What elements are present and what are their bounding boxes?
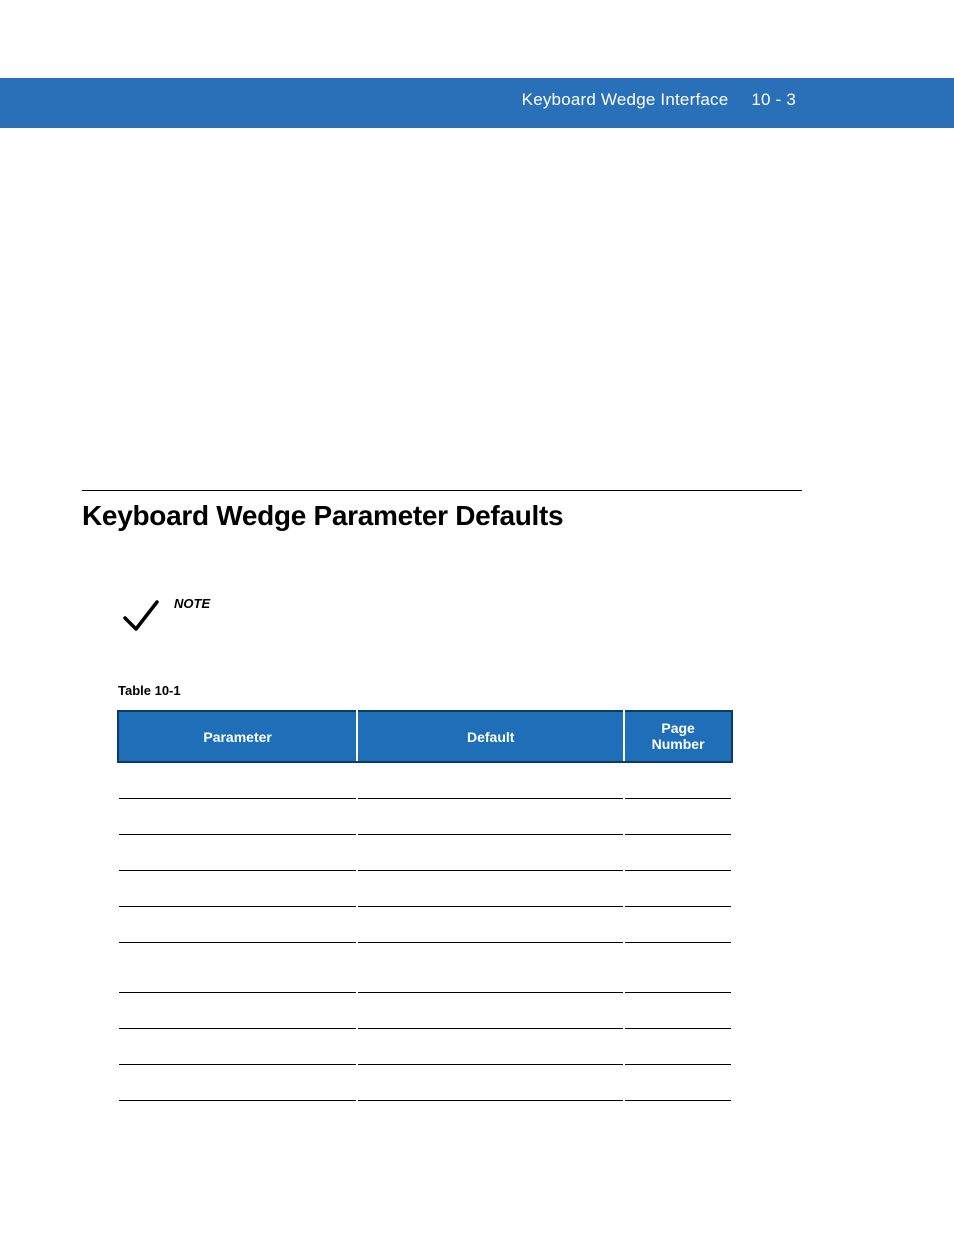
table-row — [118, 1064, 732, 1100]
table-header-row: Parameter Default Page Number — [118, 711, 732, 762]
header-band — [0, 78, 954, 128]
cell-parameter — [118, 992, 357, 1028]
parameter-defaults-table: Parameter Default Page Number — [117, 710, 733, 1101]
cell-page-number — [624, 906, 732, 942]
column-header-page-number: Page Number — [624, 711, 732, 762]
page-header: Keyboard Wedge Interface 10 - 3 — [522, 90, 796, 110]
column-header-page-line2: Number — [652, 736, 705, 752]
table-row — [118, 798, 732, 834]
table-caption: Table 10-1 — [118, 683, 181, 698]
table-row — [118, 942, 732, 992]
cell-parameter — [118, 1028, 357, 1064]
cell-page-number — [624, 1028, 732, 1064]
note-label: NOTE — [174, 596, 210, 611]
section-rule — [82, 490, 802, 491]
cell-parameter — [118, 1064, 357, 1100]
cell-parameter — [118, 870, 357, 906]
cell-parameter — [118, 942, 357, 992]
cell-page-number — [624, 870, 732, 906]
cell-parameter — [118, 834, 357, 870]
column-header-page-line1: Page — [661, 720, 694, 736]
note-block: NOTE — [120, 596, 210, 636]
column-header-default: Default — [357, 711, 624, 762]
cell-parameter — [118, 906, 357, 942]
cell-default — [357, 942, 624, 992]
cell-default — [357, 1028, 624, 1064]
cell-page-number — [624, 942, 732, 992]
table-row — [118, 992, 732, 1028]
cell-default — [357, 870, 624, 906]
header-page-number: 10 - 3 — [751, 90, 796, 109]
cell-page-number — [624, 834, 732, 870]
table-row — [118, 1028, 732, 1064]
cell-default — [357, 834, 624, 870]
table-row — [118, 834, 732, 870]
cell-parameter — [118, 798, 357, 834]
cell-page-number — [624, 798, 732, 834]
cell-parameter — [118, 762, 357, 798]
section-heading: Keyboard Wedge Parameter Defaults — [82, 500, 563, 532]
table-row — [118, 870, 732, 906]
table-row — [118, 762, 732, 798]
cell-page-number — [624, 762, 732, 798]
page: Keyboard Wedge Interface 10 - 3 Keyboard… — [0, 0, 954, 1235]
cell-default — [357, 906, 624, 942]
table-row — [118, 906, 732, 942]
cell-default — [357, 798, 624, 834]
header-title: Keyboard Wedge Interface — [522, 90, 729, 109]
checkmark-icon — [120, 596, 160, 636]
cell-default — [357, 992, 624, 1028]
column-header-parameter: Parameter — [118, 711, 357, 762]
cell-page-number — [624, 992, 732, 1028]
cell-default — [357, 1064, 624, 1100]
cell-page-number — [624, 1064, 732, 1100]
cell-default — [357, 762, 624, 798]
